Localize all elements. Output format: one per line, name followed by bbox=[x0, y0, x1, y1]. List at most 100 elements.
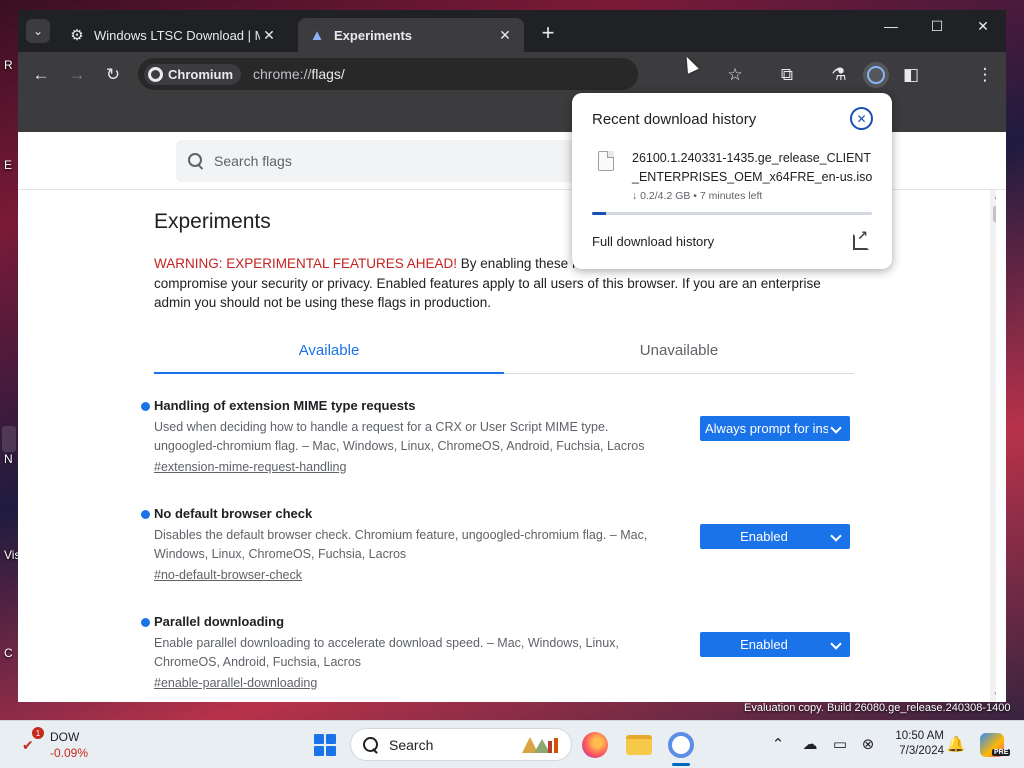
chevron-down-icon bbox=[828, 637, 844, 653]
warning-visible: By enabling these fea bbox=[457, 256, 591, 271]
tab-search-button[interactable]: ⌄ bbox=[26, 19, 50, 43]
bell-icon[interactable]: 🔔 bbox=[946, 735, 966, 753]
network-icon[interactable]: ⊗ bbox=[858, 735, 878, 753]
flag-description: Used when deciding how to handle a reque… bbox=[154, 420, 645, 453]
chevron-up-icon[interactable]: ⌃ bbox=[768, 735, 788, 753]
desktop-icon[interactable] bbox=[2, 426, 16, 452]
url-scheme: chrome:// bbox=[253, 66, 312, 82]
reload-button[interactable]: ↻ bbox=[100, 62, 126, 88]
scroll-up-icon[interactable]: ▲ bbox=[993, 192, 996, 201]
chevron-down-icon bbox=[828, 421, 844, 437]
close-icon[interactable]: ✕ bbox=[496, 27, 514, 44]
chromium-icon bbox=[148, 66, 163, 82]
address-bar[interactable]: Chromium chrome://flags/ bbox=[138, 58, 638, 90]
tab-unavailable[interactable]: Unavailable bbox=[504, 342, 854, 359]
labs-button[interactable]: ⚗ bbox=[826, 62, 852, 88]
page-scrollbar[interactable]: ▲ ▼ bbox=[990, 190, 996, 702]
downloads-button[interactable] bbox=[863, 62, 889, 88]
puzzle-icon: ⧉ bbox=[780, 65, 794, 84]
scroll-thumb[interactable] bbox=[993, 206, 996, 222]
flags-tabs: Available Unavailable bbox=[154, 330, 854, 374]
notification-badge: 1 bbox=[32, 727, 44, 739]
tab-windows-ltsc[interactable]: ⚙ Windows LTSC Download | MA ✕ bbox=[58, 18, 288, 52]
search-flags-input[interactable] bbox=[214, 153, 594, 169]
active-app-indicator bbox=[672, 763, 690, 766]
url-text: chrome://flags/ bbox=[253, 66, 345, 82]
download-progress-fill bbox=[592, 212, 606, 215]
flag-name: No default browser check bbox=[154, 506, 313, 521]
new-tab-button[interactable]: + bbox=[536, 20, 560, 46]
download-filename[interactable]: 26100.1.240331-1435.ge_release_CLIENT_EN… bbox=[632, 149, 878, 187]
desktop-label-2: E bbox=[4, 158, 13, 172]
flag-description: Enable parallel downloading to accelerat… bbox=[154, 636, 619, 669]
arrow-left-icon: ← bbox=[32, 65, 50, 84]
download-progress-icon bbox=[867, 66, 885, 84]
desktop-label-1: R bbox=[4, 58, 13, 72]
side-panel-button[interactable]: ◧ bbox=[898, 62, 924, 88]
system-clock[interactable]: 10:50 AM 7/3/2024 bbox=[888, 729, 944, 759]
chromium-taskbar-icon[interactable] bbox=[668, 732, 694, 758]
tab-title: Windows LTSC Download | MA bbox=[94, 27, 260, 43]
flag-select[interactable]: Enabled bbox=[700, 632, 850, 657]
warning-rest: compromise your security or privacy. Ena… bbox=[154, 275, 821, 311]
toolbar: ← → ↻ Chromium chrome://flags/ ☆ ⧉ ⚗ ◧ ⋮ bbox=[18, 52, 1006, 96]
tab-title: Experiments bbox=[334, 27, 413, 43]
search-icon bbox=[188, 153, 204, 169]
onedrive-icon[interactable]: ☁ bbox=[800, 735, 820, 753]
extensions-button[interactable]: ⧉ bbox=[774, 62, 800, 88]
download-progress-bar bbox=[592, 212, 872, 215]
flag-select-value: Always prompt for ins bbox=[705, 421, 828, 436]
stock-down-icon: ✔ bbox=[22, 737, 34, 753]
tab-experiments[interactable]: ▲ Experiments ✕ bbox=[298, 18, 524, 52]
stock-name[interactable]: DOW bbox=[50, 730, 79, 744]
flag-description: Disables the default browser check. Chro… bbox=[154, 528, 648, 561]
minimize-button[interactable]: — bbox=[868, 18, 914, 34]
close-icon[interactable]: ✕ bbox=[260, 27, 278, 44]
download-bubble-title: Recent download history bbox=[592, 111, 757, 128]
gear-icon: ⚙ bbox=[70, 27, 84, 44]
full-download-history-link[interactable]: Full download history bbox=[592, 234, 714, 249]
display-icon[interactable]: ▭ bbox=[830, 735, 850, 753]
flask-icon: ⚗ bbox=[831, 65, 847, 84]
taskbar-search-label: Search bbox=[389, 736, 434, 753]
modified-dot bbox=[141, 402, 150, 411]
open-in-new-icon[interactable] bbox=[852, 228, 870, 250]
search-icon bbox=[363, 736, 379, 753]
flag-permalink[interactable]: #extension-mime-request-handling bbox=[154, 460, 346, 474]
site-info-chip[interactable]: Chromium bbox=[144, 63, 241, 85]
start-button[interactable] bbox=[314, 734, 336, 756]
desktop-label-5: C bbox=[4, 646, 13, 660]
menu-button[interactable]: ⋮ bbox=[972, 62, 998, 88]
reload-icon: ↻ bbox=[105, 65, 121, 84]
modified-dot bbox=[141, 510, 150, 519]
tab-available[interactable]: Available bbox=[154, 342, 504, 359]
back-button[interactable]: ← bbox=[28, 62, 54, 88]
taskbar: ✔ 1 DOW -0.09% Search ⌃ ☁ ▭ ⊗ 10:50 AM 7… bbox=[0, 720, 1024, 768]
flag-name: Handling of extension MIME type requests bbox=[154, 398, 416, 413]
desktop-label-3: N bbox=[4, 452, 13, 466]
flag-permalink[interactable]: #enable-parallel-downloading bbox=[154, 676, 317, 690]
side-panel-icon: ◧ bbox=[902, 65, 920, 84]
clock-date: 7/3/2024 bbox=[899, 745, 944, 757]
flag-select-value: Enabled bbox=[740, 529, 788, 544]
chip-label: Chromium bbox=[168, 66, 233, 82]
stock-change: -0.09% bbox=[50, 746, 89, 760]
file-explorer-icon[interactable] bbox=[626, 735, 652, 755]
firefox-icon[interactable] bbox=[582, 732, 608, 758]
warning-prefix: WARNING: EXPERIMENTAL FEATURES AHEAD! bbox=[154, 256, 458, 271]
chevron-down-icon bbox=[828, 529, 844, 545]
arrow-right-icon: → bbox=[68, 65, 86, 84]
forward-button[interactable]: → bbox=[64, 62, 90, 88]
maximize-button[interactable]: ☐ bbox=[914, 18, 960, 35]
flag-select[interactable]: Enabled bbox=[700, 524, 850, 549]
page-title: Experiments bbox=[154, 210, 271, 233]
preview-badge: PRE bbox=[992, 749, 1011, 756]
bookmark-button[interactable]: ☆ bbox=[722, 62, 748, 88]
modified-dot bbox=[141, 618, 150, 627]
close-window-button[interactable]: ✕ bbox=[960, 18, 1006, 35]
flag-select-value: Enabled bbox=[740, 637, 788, 652]
flag-select[interactable]: Always prompt for ins bbox=[700, 416, 850, 441]
close-icon[interactable]: ✕ bbox=[850, 107, 873, 130]
flag-permalink[interactable]: #no-default-browser-check bbox=[154, 568, 302, 582]
scroll-down-icon[interactable]: ▼ bbox=[993, 690, 996, 699]
